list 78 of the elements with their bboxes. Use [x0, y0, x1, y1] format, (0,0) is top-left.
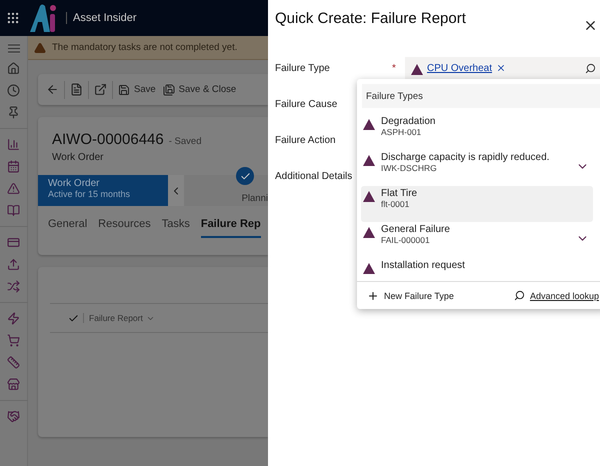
field-label: Additional Details [275, 171, 354, 182]
dialog-title: Quick Create: Failure Report [275, 10, 466, 27]
home-icon[interactable] [7, 62, 20, 75]
menu-icon[interactable] [8, 44, 20, 53]
completed-check-icon [236, 167, 254, 185]
shuffle-icon[interactable] [7, 280, 20, 293]
option-name: Discharge capacity is rapidly reduced. [381, 152, 550, 163]
close-button[interactable] [583, 18, 598, 33]
save-status: - Saved [168, 136, 202, 147]
option-code: flt-0001 [381, 199, 410, 209]
clock-icon[interactable] [7, 84, 20, 97]
document-icon [70, 83, 83, 96]
active-stage[interactable]: Work Order Active for 15 months [38, 175, 168, 206]
close-icon [583, 18, 598, 33]
bar-chart-icon[interactable] [7, 138, 20, 151]
field-label: Failure Action [275, 135, 337, 146]
logo-icon [28, 2, 58, 34]
advanced-lookup-link[interactable]: Advanced lookup [514, 290, 599, 301]
stage-name: Work Order [48, 178, 100, 189]
option-name: General Failure [381, 224, 451, 235]
book-icon[interactable] [7, 204, 20, 217]
handshake-icon[interactable] [7, 410, 20, 423]
tab[interactable]: General [48, 218, 88, 238]
warning-message: The mandatory tasks are not completed yet. [52, 42, 238, 53]
record-title: AIWO-00006446 [52, 131, 164, 148]
warning-triangle-icon [363, 119, 375, 130]
option-name: Degradation [381, 116, 436, 127]
save-icon [118, 84, 130, 96]
toolbar-button[interactable]: Save & Close [160, 78, 238, 100]
entity-name: Work Order [51, 152, 104, 163]
stage-duration: Active for 15 months [48, 189, 132, 199]
dropdown-option[interactable]: Installation request [361, 258, 593, 281]
save-close-icon [162, 84, 175, 96]
check-icon[interactable] [68, 312, 79, 324]
pop-out-icon [94, 83, 107, 96]
option-code: FAIL-000001 [381, 235, 431, 245]
app-launcher-icon[interactable] [6, 11, 20, 25]
tab[interactable]: Resources [98, 218, 151, 238]
selected-value-link[interactable]: CPU Overheat [427, 62, 492, 74]
option-code: IWK-DSCHRG [381, 163, 438, 173]
warning-triangle-icon [411, 64, 423, 75]
toolbar-button[interactable]: Save [116, 78, 158, 100]
warning-triangle-icon [363, 263, 375, 274]
new-failure-type-button[interactable]: New Failure Type [367, 290, 454, 302]
dropdown-option[interactable]: Flat Tire flt-0001 [361, 186, 593, 222]
required-asterisk: * [392, 63, 396, 74]
field-label: Failure Type [275, 63, 331, 74]
app-title: Asset Insider [66, 12, 137, 24]
search-icon [514, 290, 525, 301]
search-icon[interactable] [585, 62, 596, 74]
card-icon[interactable] [7, 236, 20, 249]
plus-icon [367, 290, 379, 302]
dropdown-header: Failure Types [362, 84, 600, 108]
option-name: Flat Tire [381, 188, 418, 199]
warning-triangle-icon[interactable] [7, 182, 20, 195]
option-name: Installation request [381, 260, 466, 271]
warning-triangle-icon [363, 155, 375, 166]
warning-icon [34, 42, 46, 54]
field-label: Failure Cause [275, 99, 338, 110]
close-icon [496, 63, 506, 73]
tab[interactable]: Failure Rep [200, 218, 261, 238]
pin-icon[interactable] [7, 106, 20, 119]
back-arrow-icon [46, 83, 59, 96]
lookup-field[interactable]: CPU Overheat [405, 57, 600, 81]
lightning-icon[interactable] [7, 312, 20, 325]
warning-triangle-icon [363, 191, 375, 202]
dropdown-option[interactable]: Degradation ASPH-001 [361, 114, 593, 150]
upload-icon[interactable] [7, 258, 20, 271]
ruler-icon[interactable] [7, 356, 20, 369]
calendar-icon[interactable] [7, 160, 20, 173]
remove-button[interactable] [496, 63, 506, 73]
option-code: ASPH-001 [381, 127, 422, 137]
dropdown-option[interactable]: Discharge capacity is rapidly reduced. IWK-DSCHRG [361, 150, 593, 186]
store-icon[interactable] [7, 378, 20, 391]
warning-triangle-icon [363, 227, 375, 238]
tab[interactable]: Tasks [162, 218, 190, 238]
dropdown-option[interactable]: General Failure FAIL-000001 [361, 222, 593, 258]
cart-icon[interactable] [7, 334, 20, 347]
